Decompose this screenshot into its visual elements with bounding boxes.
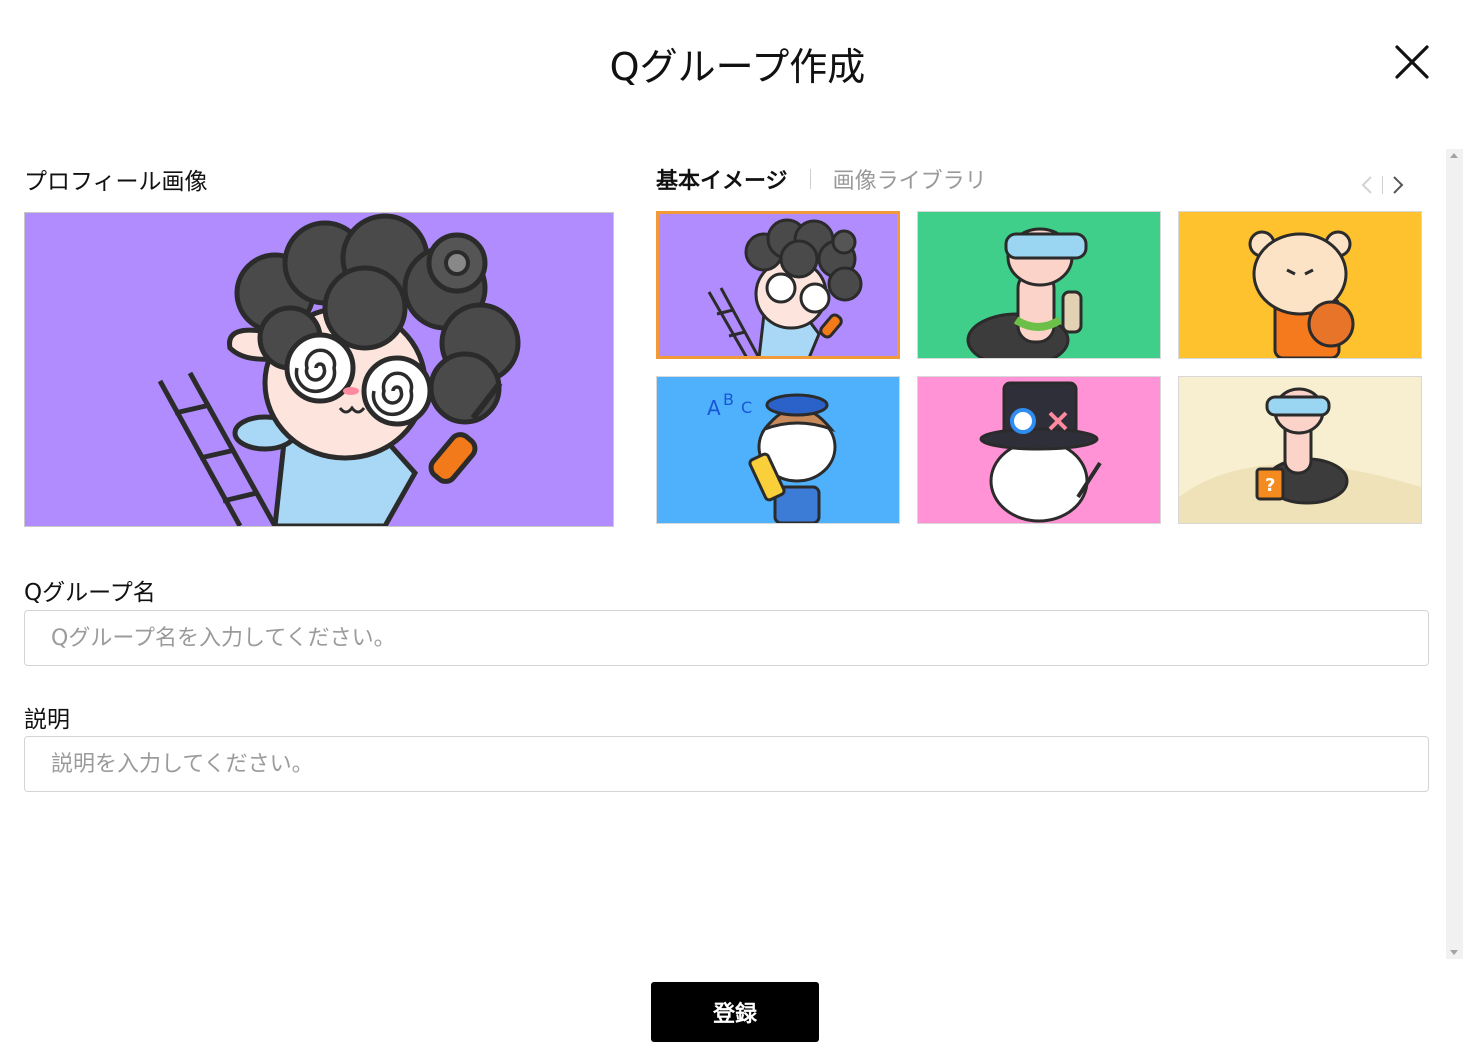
profile-image-preview [24,212,614,527]
svg-text:C: C [741,398,752,417]
sheep-mechanic-illustration [157,213,521,526]
next-page-button[interactable] [1387,172,1409,198]
thumbnail-sheep-mechanic[interactable] [656,211,900,359]
svg-text:B: B [723,390,734,409]
group-name-label: Qグループ名 [24,580,156,606]
thumbnail-ostrich-question[interactable]: ? [1178,376,1422,524]
group-name-input[interactable] [24,610,1429,666]
description-input[interactable] [24,736,1429,792]
register-button[interactable]: 登録 [651,982,819,1042]
modal-title: Qグループ作成 [609,45,866,89]
image-source-tabs: 基本イメージ 画像ライブラリ [656,163,987,195]
close-icon[interactable] [1392,42,1432,82]
previous-page-button[interactable] [1356,172,1378,198]
tab-image-library[interactable]: 画像ライブラリ [833,163,987,195]
thumbnail-hamster-basketball[interactable] [1178,211,1422,359]
ostrich-question-icon: ? [1179,387,1421,523]
scroll-down-icon[interactable] [1450,950,1458,955]
rabbit-magician-icon [979,381,1102,523]
thumbnail-ostrich-goggles[interactable] [917,211,1161,359]
thumbnail-cat-pencil[interactable]: A B C [656,376,900,524]
pager-divider [1382,176,1383,194]
tab-divider [809,169,811,189]
svg-text:A: A [707,396,721,420]
vertical-scrollbar[interactable] [1446,149,1463,959]
chevron-left-icon[interactable] [1361,175,1373,195]
svg-text:?: ? [1265,475,1275,496]
chevron-right-icon[interactable] [1392,175,1404,195]
cat-pencil-icon: A B C [707,390,837,523]
hamster-basketball-icon [1248,230,1355,358]
tab-basic-images[interactable]: 基本イメージ [656,163,788,195]
thumbnail-rabbit-magician[interactable] [917,376,1161,524]
profile-image-label: プロフィール画像 [24,169,208,195]
thumbnail-pager [1356,172,1409,198]
sheep-mechanic-icon [707,218,863,356]
scroll-up-icon[interactable] [1450,153,1458,158]
close-button[interactable] [1392,42,1432,82]
description-label: 説明 [24,707,70,733]
ostrich-goggles-icon [966,227,1088,358]
